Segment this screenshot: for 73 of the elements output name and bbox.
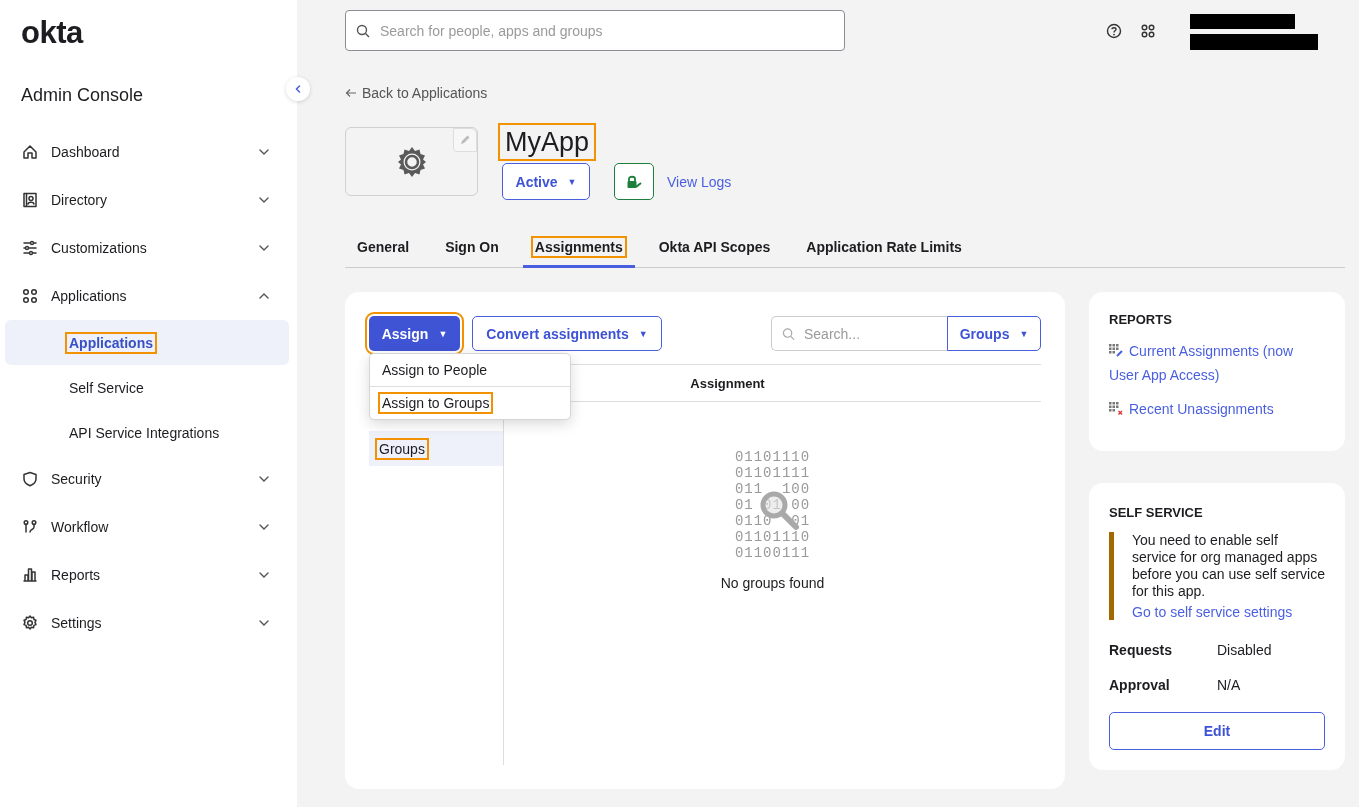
global-search-field[interactable]: Search for people, apps and groups	[345, 10, 845, 51]
nav-item[interactable]: Security	[5, 455, 289, 503]
highlight-frame: Sign On	[441, 235, 503, 258]
nav-item[interactable]: Applications	[5, 272, 289, 320]
grid-pencil-icon	[1109, 344, 1123, 357]
id-card-icon	[21, 191, 39, 209]
sliders-icon	[21, 239, 39, 257]
empty-message: No groups found	[720, 575, 825, 591]
tab[interactable]: Application Rate Limits	[794, 228, 974, 268]
nav-item[interactable]: Workflow	[5, 503, 289, 551]
binary-text: 011 100	[734, 481, 811, 497]
bar-chart-icon	[21, 566, 39, 584]
filter-list-item[interactable]: Groups	[369, 431, 503, 466]
view-logs-link[interactable]: View Logs	[667, 173, 732, 190]
chevron-left-icon	[293, 84, 303, 94]
highlight-frame: Assignments	[530, 235, 627, 258]
left-arrow-icon	[345, 88, 357, 98]
binary-text: 01101111	[734, 465, 811, 481]
nav-subitem[interactable]: Self Service	[5, 365, 289, 410]
filter-dropdown[interactable]: Groups ▼	[947, 316, 1041, 351]
nav-item[interactable]: Reports	[5, 551, 289, 599]
house-icon	[21, 143, 39, 161]
highlight-frame: Application Rate Limits	[802, 235, 966, 258]
settings-link[interactable]: Go to self service settings	[1132, 604, 1293, 620]
highlight-frame: Applications	[65, 331, 157, 354]
notice-text: You need to enable self service for org managed apps before you can use self service for this app.	[1132, 532, 1325, 600]
nav-item[interactable]: Settings	[5, 599, 289, 647]
highlight-frame: Okta API Scopes	[654, 235, 775, 258]
field-label: Requests	[1109, 642, 1174, 660]
binary-text: 01100111	[734, 545, 811, 561]
status-dropdown[interactable]: Active ▼	[502, 163, 590, 200]
binary-text: 01101110	[734, 449, 811, 465]
nav-item[interactable]: Customizations	[5, 224, 289, 272]
binary-text: 01101110	[734, 529, 811, 545]
report-link[interactable]: Current Assignments (now User App Access)	[1109, 339, 1325, 387]
field-value: N/A	[1217, 677, 1241, 695]
pencil-icon	[459, 134, 471, 146]
field-value: Disabled	[1217, 642, 1272, 660]
convert-assignments-button[interactable]: Convert assignments ▼	[472, 316, 662, 351]
field-label: Approval	[1109, 677, 1171, 695]
nav-item[interactable]: Directory	[5, 176, 289, 224]
nav-subitem[interactable]: Applications	[5, 320, 289, 365]
section-title: REPORTS	[1109, 312, 1173, 327]
grid-x-icon	[1109, 402, 1123, 415]
edit-button[interactable]: Edit	[1109, 712, 1325, 750]
four-circles-icon	[1140, 22, 1156, 39]
highlight-frame: Groups	[375, 437, 429, 460]
tab[interactable]: Assignments	[522, 228, 635, 268]
tab[interactable]: General	[345, 228, 422, 268]
nav-item[interactable]: Dashboard	[5, 128, 289, 176]
four-circles-icon	[21, 287, 39, 305]
back-link[interactable]: Back to Applications	[345, 85, 488, 101]
highlight-frame: General	[353, 235, 414, 258]
question-mark-icon	[1106, 22, 1122, 39]
workflow-icon	[21, 518, 39, 536]
tab[interactable]: Sign On	[433, 228, 511, 268]
highlight-frame: Assign to People	[378, 359, 492, 381]
menu-item[interactable]: Assign to Groups	[370, 386, 570, 419]
highlight-frame: Assign to Groups	[378, 392, 494, 414]
search-field[interactable]: Search...	[771, 316, 947, 351]
gear-icon	[21, 614, 39, 632]
lock-key-icon	[625, 173, 643, 190]
nav-subitem[interactable]: API Service Integrations	[5, 410, 289, 455]
push-button[interactable]	[614, 163, 654, 200]
section-title: SELF SERVICE	[1109, 505, 1204, 520]
console-title: Admin Console	[21, 85, 144, 106]
highlight-frame: Self Service	[65, 376, 148, 399]
shield-icon	[21, 470, 39, 488]
okta-logo: okta	[21, 15, 83, 51]
highlight-frame: API Service Integrations	[65, 421, 224, 444]
collapse-button[interactable]	[286, 77, 310, 101]
report-link[interactable]: Recent Unassignments	[1109, 397, 1325, 421]
tab[interactable]: Okta API Scopes	[646, 228, 783, 268]
